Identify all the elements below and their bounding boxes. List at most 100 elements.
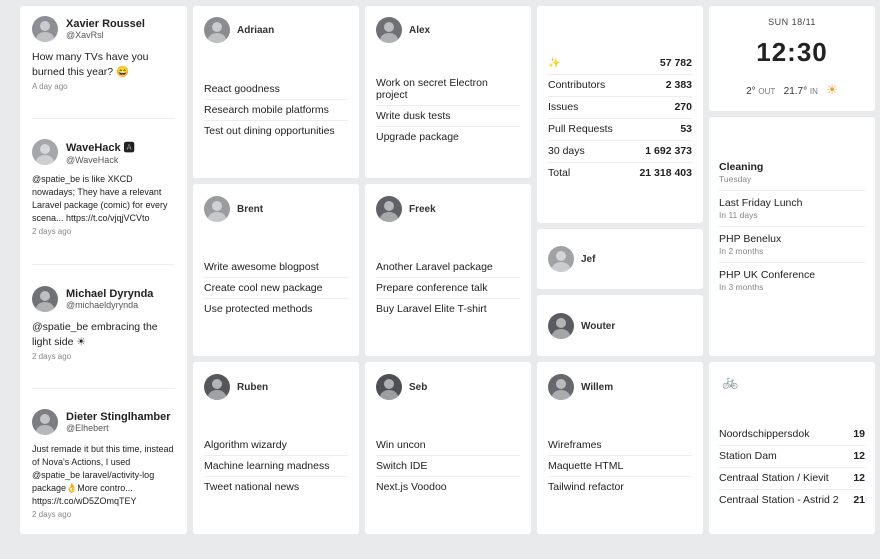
tweet-text: @spatie_be is like XKCD nowadays; They h… [32, 174, 168, 223]
person-name: Willem [581, 381, 614, 393]
station-row: Noordschippersdok 19 [719, 424, 865, 446]
person-name: Seb [409, 381, 428, 393]
bicycle-icon: 🚲 [722, 374, 739, 389]
clock-tile: SUN 18/11 12:30 2° OUT 21.7° IN ☀ [709, 6, 875, 111]
stat-label: Issues [548, 101, 579, 113]
avatar [32, 16, 58, 42]
person-name: Adriaan [237, 24, 275, 36]
avatar [548, 246, 574, 272]
calendar-event[interactable]: Cleaning Tuesday [719, 155, 865, 191]
tweet-handle: @WaveHack [66, 155, 119, 165]
person-name: Ruben [237, 381, 269, 393]
calendar-event[interactable]: PHP Benelux In 2 months [719, 227, 865, 263]
stat-label: 30 days [548, 145, 585, 157]
station-name: Noordschippersdok [719, 428, 810, 440]
person-tile-jef: Jef [537, 229, 703, 289]
sun-icon: ☀ [826, 82, 838, 97]
task-item: Win uncon [376, 435, 520, 456]
person-tile-alex: Alex Work on secret Electron project Wri… [365, 6, 531, 178]
stars-row: ✨ 57 782 [548, 53, 692, 75]
tweet-author: WaveHack 🅰 [66, 142, 135, 154]
stat-value: 270 [674, 101, 692, 113]
tweet[interactable]: Dieter Stinglhamber @Elhebert Just remad… [32, 409, 177, 519]
station-count: 21 [853, 494, 865, 506]
event-title: Last Friday Lunch [719, 197, 803, 209]
stat-label: Total [548, 167, 571, 179]
github-stats-tile: ✨ 57 782 Contributors 2 383 Issues 270 P… [537, 6, 703, 223]
task-item: React goodness [204, 79, 348, 100]
stat-row: Total 21 318 403 [548, 163, 692, 184]
avatar [32, 409, 58, 435]
task-item: Upgrade package [376, 131, 459, 143]
tweet[interactable]: Xavier Roussel @XavRsl How many TVs have… [32, 16, 177, 91]
station-name: Centraal Station - Astrid 2 [719, 494, 839, 506]
tweet-text: @spatie_be embracing the light side ☀ [32, 321, 158, 348]
tweet-author: Dieter Stinglhamber [66, 411, 171, 423]
velo-tile: 🚲 Noordschippersdok 19 Station Dam 12 Ce… [709, 362, 875, 534]
station-name: Station Dam [719, 450, 777, 462]
stat-row: 30 days 1 692 373 [548, 141, 692, 163]
person-name: Alex [409, 24, 431, 36]
avatar [376, 196, 402, 222]
task-item: Maquette HTML [548, 456, 692, 477]
temp-in: 21.7° [783, 86, 808, 97]
task-item: Wireframes [548, 435, 692, 456]
tweet-author: Xavier Roussel [66, 18, 145, 30]
temp-out-label: OUT [758, 87, 776, 96]
avatar [204, 17, 230, 43]
stat-row: Contributors 2 383 [548, 75, 692, 97]
avatar [204, 196, 230, 222]
person-name: Brent [237, 203, 264, 215]
task-item: Write awesome blogpost [204, 257, 348, 278]
stat-label: Pull Requests [548, 123, 613, 135]
temp-in-label: IN [809, 87, 818, 96]
divider [32, 264, 175, 265]
calendar-event[interactable]: Last Friday Lunch In 11 days [719, 191, 865, 227]
station-count: 12 [853, 472, 865, 484]
person-tile-wouter: Wouter [537, 295, 703, 356]
tweet-text: Just remade it but this time, instead of… [32, 444, 174, 506]
stat-value: 2 383 [665, 79, 692, 91]
task-item: Test out dining opportunities [204, 125, 335, 137]
station-count: 19 [853, 428, 865, 440]
task-item: Use protected methods [204, 303, 313, 315]
tweet-handle: @Elhebert [66, 423, 109, 433]
event-title: PHP UK Conference [719, 269, 816, 281]
task-item: Work on secret Electron project [376, 73, 520, 106]
tweet-author: Michael Dyrynda [66, 288, 154, 300]
station-row: Centraal Station - Astrid 2 21 [719, 490, 865, 511]
clock-date: SUN 18/11 [768, 17, 816, 27]
temp-out: 2° [746, 86, 756, 97]
station-count: 12 [853, 450, 865, 462]
event-title: Cleaning [719, 161, 764, 173]
stat-row: Issues 270 [548, 97, 692, 119]
task-item: Create cool new package [204, 278, 348, 299]
person-tile-willem: Willem Wireframes Maquette HTML Tailwind… [537, 362, 703, 534]
clock-time: 12:30 [756, 37, 828, 67]
task-item: Tweet national news [204, 481, 300, 493]
person-tile-seb: Seb Win uncon Switch IDE Next.js Voodoo [365, 362, 531, 534]
tweet-date: 2 days ago [32, 510, 72, 519]
task-item: Tailwind refactor [548, 481, 624, 493]
tweet[interactable]: WaveHack 🅰 @WaveHack @spatie_be is like … [32, 139, 177, 236]
avatar [204, 374, 230, 400]
temperature-row: 2° OUT 21.7° IN ☀ [709, 82, 875, 98]
tweet-text: How many TVs have you burned this year? … [32, 51, 149, 78]
event-when: Tuesday [719, 174, 752, 184]
stat-value: 53 [680, 123, 692, 135]
person-tile-adriaan: Adriaan React goodness Research mobile p… [193, 6, 359, 178]
divider [32, 388, 175, 389]
person-tile-ruben: Ruben Algorithm wizardy Machine learning… [193, 362, 359, 534]
tweet[interactable]: Michael Dyrynda @michaeldyrynda @spatie_… [32, 286, 177, 361]
person-name: Freek [409, 203, 436, 215]
sparkle-icon: ✨ [548, 58, 561, 69]
calendar-event[interactable]: PHP UK Conference In 3 months [719, 263, 865, 298]
stars-count: 57 782 [659, 57, 692, 69]
tweet-date: A day ago [32, 82, 68, 91]
task-item: Another Laravel package [376, 257, 520, 278]
stat-label: Contributors [548, 79, 606, 91]
event-when: In 3 months [719, 282, 764, 292]
person-tile-brent: Brent Write awesome blogpost Create cool… [193, 184, 359, 356]
avatar [32, 139, 58, 165]
tweet-date: 2 days ago [32, 227, 72, 236]
